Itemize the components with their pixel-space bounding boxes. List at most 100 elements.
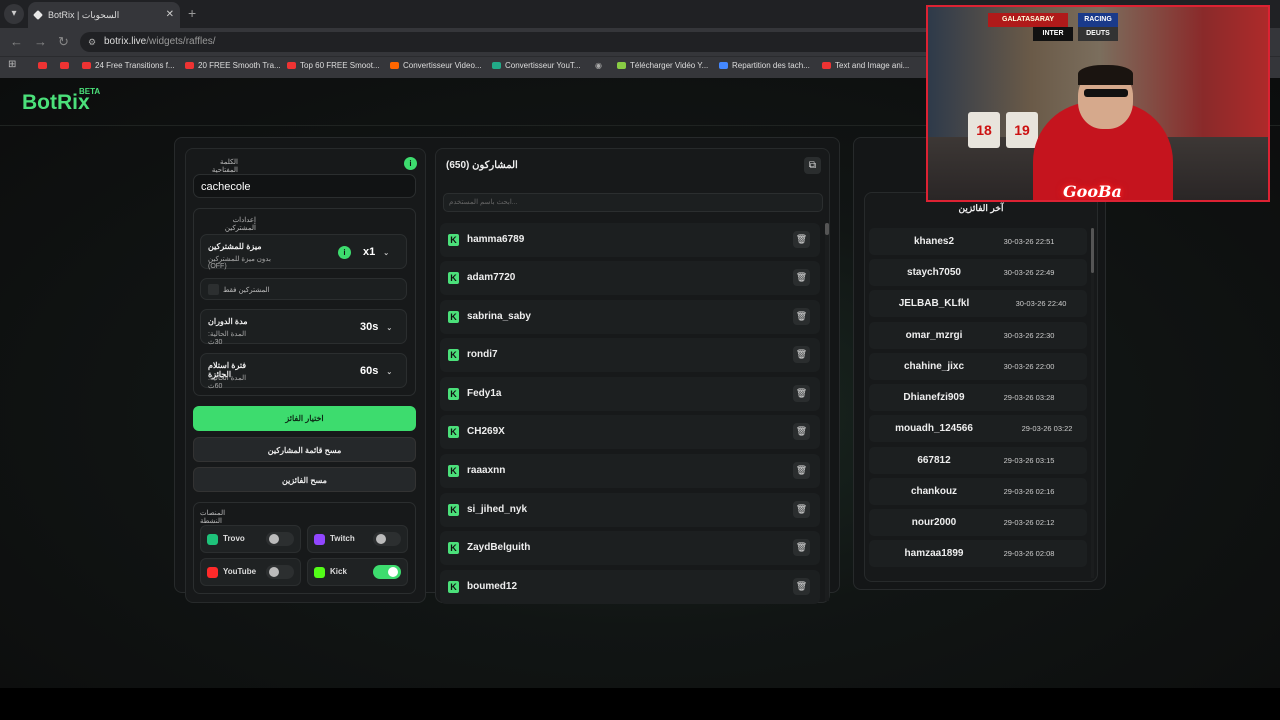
info-icon[interactable]: i [338,246,351,259]
bookmark-item[interactable]: Convertisseur YouT... [492,61,581,70]
claim-period-desc: المدة الحالية: 60ث [208,375,247,390]
tab-title: BotRix | السحوبات [48,10,120,20]
bottom-bar [0,688,1280,720]
bookmark-item[interactable]: Repartition des tach... [719,61,810,70]
kick-icon [314,567,325,578]
participant-row: Ksi_jihed_nyk 🗑 [440,493,820,527]
back-icon[interactable]: ← [10,34,23,49]
kick-icon: K [448,504,459,516]
subs-only-row[interactable]: المشتركين فقط [200,278,407,300]
subs-only-checkbox[interactable] [208,284,219,295]
claim-period-select[interactable]: 60s ⌄ [360,365,392,377]
winner-row: Dhianefzi909 29-03-26 03:28 [869,384,1087,411]
platform-name: Kick [330,567,347,576]
reload-icon[interactable]: ↻ [58,34,69,50]
bookmark-youtube-icon-2[interactable] [60,61,73,70]
forward-icon[interactable]: → [34,34,47,49]
kick-icon: K [448,426,459,438]
scarf-banner: DEUTS [1078,27,1118,41]
spin-duration-select[interactable]: 30s ⌄ [360,321,392,333]
clear-participants-button[interactable]: مسح قائمة المشاركين [193,437,416,462]
scarf-banner: GALATASARAY [988,13,1068,27]
tab-search-button[interactable]: ▾ [4,4,24,24]
delete-icon[interactable]: 🗑 [793,269,810,286]
bookmark-youtube-icon[interactable] [38,61,51,70]
bookmark-item[interactable]: Convertisseur Video... [390,61,482,70]
participant-search-input[interactable]: ابحث باسم المستخدم... [443,193,823,212]
delete-icon[interactable]: 🗑 [793,501,810,518]
subscriber-settings-label: إعدادات المشتركين [224,217,256,232]
kick-icon: K [448,388,459,400]
webcam-name-logo: GooBa [1063,182,1122,201]
delete-icon[interactable]: 🗑 [793,231,810,248]
twitch-icon [314,534,325,545]
beta-badge: BETA [79,87,101,96]
winner-row: hamzaa1899 29-03-26 02:08 [869,540,1087,567]
delete-icon[interactable]: 🗑 [793,462,810,479]
url-path: /widgets/raffles/ [146,36,216,47]
delete-icon[interactable]: 🗑 [793,308,810,325]
url-input[interactable]: ⚙ botrix.live/widgets/raffles/ [80,32,980,52]
kick-toggle[interactable] [373,565,401,579]
scarf-banner: RACING [1078,13,1118,27]
spin-duration-desc: المدة الحالية: 30ث [208,331,247,346]
kick-icon: K [448,349,459,361]
jersey: 18 [968,112,1000,148]
winner-row: 667812 29-03-26 03:15 [869,447,1087,474]
url-host: botrix.live [104,36,147,47]
bookmark-item[interactable]: Top 60 FREE Smoot... [287,61,380,70]
platform-trovo: Trovo [200,525,301,553]
close-tab-icon[interactable]: ✕ [166,2,174,28]
trovo-toggle[interactable] [266,532,294,546]
participant-row: Ksabrina_saby 🗑 [440,300,820,334]
delete-icon[interactable]: 🗑 [793,346,810,363]
participant-row: Kraaaxnn 🗑 [440,454,820,488]
participants-title: المشاركون (650) [446,160,518,171]
bookmark-item[interactable]: Télécharger Vidéo Y... [617,61,708,70]
delete-icon[interactable]: 🗑 [793,539,810,556]
winner-row: mouadh_124566 29-03-26 03:22 [869,415,1087,442]
multiplier-select[interactable]: x1 ⌄ [363,246,389,258]
sub-feature-title: ميزة للمشتركين [208,242,262,251]
winner-row: chahine_jixc 30-03-26 22:00 [869,353,1087,380]
youtube-icon [207,567,218,578]
pick-winner-button[interactable]: اختيار الفائز [193,406,416,431]
keyword-label: الكلمة المفتاحية [211,159,238,174]
copy-icon[interactable]: ⧉ [804,157,821,174]
keyword-input[interactable]: cachecole [193,174,416,198]
apps-icon[interactable]: ⊞ [8,59,16,70]
chevron-down-icon: ⌄ [386,325,393,332]
platform-name: Twitch [330,534,355,543]
participant-row: K CH269X 🗑 [440,415,820,449]
winner-row: khanes2 30-03-26 22:51 [869,228,1087,255]
platforms-label: المنصات النشطة [200,510,226,525]
winner-row: omar_mzrgi 30-03-26 22:30 [869,322,1087,349]
participant-row: Khamma6789 🗑 [440,223,820,257]
twitch-toggle[interactable] [373,532,401,546]
trovo-icon [207,534,218,545]
chevron-down-icon: ⌄ [386,369,393,376]
bookmark-item[interactable]: 20 FREE Smooth Tra... [185,61,281,70]
kick-icon: K [448,542,459,554]
delete-icon[interactable]: 🗑 [793,385,810,402]
participant-row: K Fedy1a 🗑 [440,377,820,411]
new-tab-icon[interactable]: + [188,5,196,21]
site-info-icon[interactable]: ⚙ [88,32,96,52]
info-icon[interactable]: i [404,157,417,170]
bookmark-item[interactable]: 24 Free Transitions f... [82,61,175,70]
youtube-toggle[interactable] [266,565,294,579]
bookmark-item[interactable]: Text and Image ani... [822,61,909,70]
participant-row: Krondi7 🗑 [440,338,820,372]
platform-twitch: Twitch [307,525,408,553]
globe-icon[interactable]: ◉ [595,61,602,70]
winners-scrollbar[interactable] [1091,228,1094,578]
botrix-favicon-icon [33,10,43,20]
jersey: 19 [1006,112,1038,148]
kick-icon: K [448,465,459,477]
browser-tab[interactable]: BotRix | السحوبات ✕ [28,2,180,28]
delete-icon[interactable]: 🗑 [793,578,810,595]
participants-scrollbar[interactable] [825,223,829,601]
platform-youtube: YouTube [200,558,301,586]
clear-winners-button[interactable]: مسح الفائزين [193,467,416,492]
delete-icon[interactable]: 🗑 [793,423,810,440]
